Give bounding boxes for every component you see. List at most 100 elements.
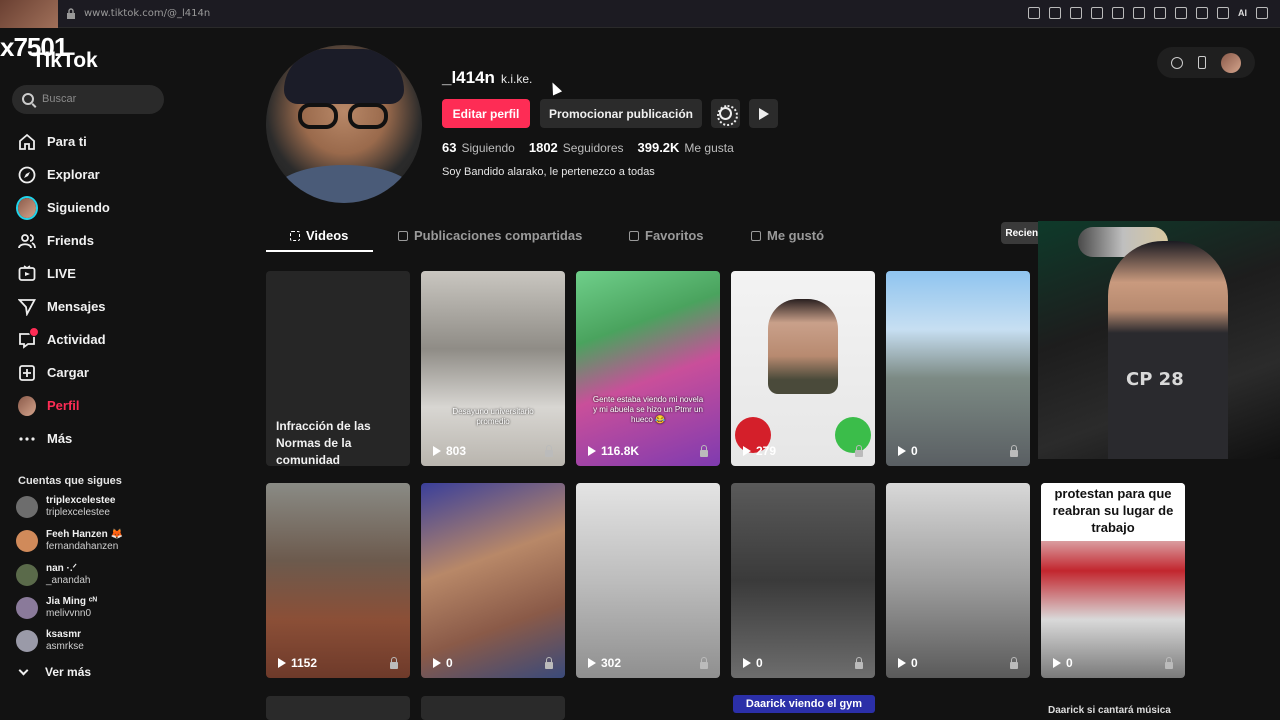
streamer-corner-avatar <box>0 0 58 28</box>
account-display-name: nan ·.ᐟ <box>46 563 77 574</box>
video-tile[interactable]: 0 <box>731 483 875 678</box>
zoom-icon[interactable] <box>1028 7 1040 19</box>
followers-label: Seguidores <box>562 141 624 155</box>
sidebar-item-label: Mensajes <box>47 299 106 314</box>
compass-icon[interactable] <box>1170 56 1183 69</box>
avatar[interactable] <box>1221 52 1242 73</box>
phone-icon[interactable] <box>1197 56 1206 69</box>
video-tile[interactable]: Gente estaba viendo mi novela y mi abuel… <box>576 271 720 466</box>
account-handle: asmrkse <box>46 641 84 652</box>
followers-count[interactable]: 1802 <box>529 140 558 155</box>
activity-icon <box>18 326 39 349</box>
menu-icon[interactable] <box>1256 7 1268 19</box>
sidebar-item-label: Friends <box>47 233 94 248</box>
sidebar-item-mas[interactable]: Más <box>0 422 200 455</box>
sidebar-item-siguiendo[interactable]: Siguiendo <box>0 191 200 224</box>
settings-button[interactable] <box>711 99 740 128</box>
sidebar-item-cargar[interactable]: Cargar <box>0 356 200 389</box>
pin-icon[interactable] <box>1049 7 1061 19</box>
address-bar-url[interactable]: www.tiktok.com/@_l414n <box>84 8 210 19</box>
search-placeholder: Buscar <box>42 93 77 105</box>
following-avatar-icon <box>18 197 36 218</box>
followed-account[interactable]: Feeh Hanzen 🦊 fernandahanzen <box>16 529 123 553</box>
avatar <box>16 496 38 518</box>
tab-reposts[interactable]: Publicaciones compartidas <box>398 228 582 243</box>
translate-icon[interactable] <box>1112 7 1124 19</box>
sidebar-item-label: Explorar <box>47 167 100 182</box>
grid-icon <box>290 230 300 241</box>
edit-profile-button[interactable]: Editar perfil <box>442 99 530 128</box>
play-icon <box>743 446 751 456</box>
video-tile[interactable]: 0 <box>421 483 565 678</box>
see-more-button[interactable]: Ver más <box>18 665 91 679</box>
sidebar-item-label: Siguiendo <box>47 200 110 215</box>
lock-icon <box>1165 657 1173 669</box>
followed-account[interactable]: nan ·.ᐟ _anandah <box>16 563 91 587</box>
video-tile[interactable]: 0 <box>886 483 1030 678</box>
play-icon <box>278 658 286 668</box>
lock-icon <box>1010 445 1018 457</box>
view-count: 0 <box>911 444 918 458</box>
likes-label: Me gusta <box>684 141 734 155</box>
ai-button[interactable]: AI <box>1238 7 1247 19</box>
account-handle: melivvnn0 <box>46 608 92 619</box>
heart-icon[interactable] <box>1154 7 1166 19</box>
lock-icon <box>700 657 708 669</box>
sidebar-item-para-ti[interactable]: Para ti <box>0 125 200 158</box>
sidebar-item-label: Actividad <box>47 332 106 347</box>
lock-icon <box>545 657 553 669</box>
video-tile[interactable]: Desayuno universitario promedio 803 <box>421 271 565 466</box>
tiktok-logo[interactable]: TikTok <box>32 49 98 73</box>
tab-videos[interactable]: Videos <box>290 228 348 243</box>
sidebar-item-actividad[interactable]: Actividad <box>0 323 200 356</box>
save-icon[interactable] <box>1196 7 1208 19</box>
video-tile[interactable] <box>421 696 565 720</box>
followed-account[interactable]: ksasmr asmrkse <box>16 629 84 653</box>
following-accounts-title: Cuentas que sigues <box>18 475 122 487</box>
lock-icon <box>855 657 863 669</box>
tab-favorites[interactable]: Favoritos <box>629 228 704 243</box>
sidebar-item-mensajes[interactable]: Mensajes <box>0 290 200 323</box>
search-input[interactable]: Buscar <box>12 85 164 114</box>
live-icon <box>18 264 36 283</box>
profile-username: _l414n <box>442 68 495 87</box>
bookmark-icon[interactable] <box>1070 7 1082 19</box>
friends-icon <box>18 232 36 250</box>
view-count: 302 <box>601 656 622 670</box>
profile-avatar[interactable] <box>266 45 422 203</box>
video-tile[interactable]: 1152 <box>266 483 410 678</box>
account-display-name: Jia Ming ᶜᴺ <box>46 596 97 607</box>
sidebar-item-label: Más <box>47 431 73 446</box>
video-tile[interactable]: 302 <box>576 483 720 678</box>
tab-label: Favoritos <box>645 228 704 243</box>
followed-account[interactable]: Jia Ming ᶜᴺ melivvnn0 <box>16 596 97 620</box>
play-icon <box>588 446 596 456</box>
download-icon[interactable] <box>1175 7 1187 19</box>
video-tile[interactable]: 0 <box>886 271 1030 466</box>
video-tile[interactable]: protestan para que reabran su lugar de t… <box>1041 483 1185 678</box>
sidebar-item-perfil[interactable]: Perfil <box>0 389 200 422</box>
lock-icon <box>67 8 75 19</box>
followed-account[interactable]: triplexcelestee triplexcelestee <box>16 495 116 519</box>
avatar <box>16 630 38 652</box>
video-tile[interactable]: Infracción de las Normas de la comunidad <box>266 271 410 466</box>
edit-icon[interactable] <box>1217 7 1229 19</box>
tab-liked[interactable]: Me gustó <box>751 228 824 243</box>
promote-post-button[interactable]: Promocionar publicación <box>540 99 702 128</box>
video-caption: Desayuno universitario promedio <box>452 407 534 426</box>
sidebar-item-friends[interactable]: Friends <box>0 224 200 257</box>
sidebar-item-explorar[interactable]: Explorar <box>0 158 200 191</box>
lock-icon <box>1010 657 1018 669</box>
video-tile[interactable] <box>266 696 410 720</box>
play-icon <box>433 658 441 668</box>
view-count: 1152 <box>291 656 318 670</box>
browser-toolbar: www.tiktok.com/@_l414n AI <box>0 0 1280 28</box>
sidebar-item-label: Para ti <box>47 134 87 149</box>
shield-icon[interactable] <box>1091 7 1103 19</box>
sidebar-item-live[interactable]: LIVE <box>0 257 200 290</box>
play-icon[interactable] <box>1133 7 1145 19</box>
video-tile[interactable]: 279 <box>731 271 875 466</box>
following-count[interactable]: 63 <box>442 140 456 155</box>
search-icon <box>22 93 34 105</box>
share-profile-button[interactable] <box>749 99 778 128</box>
